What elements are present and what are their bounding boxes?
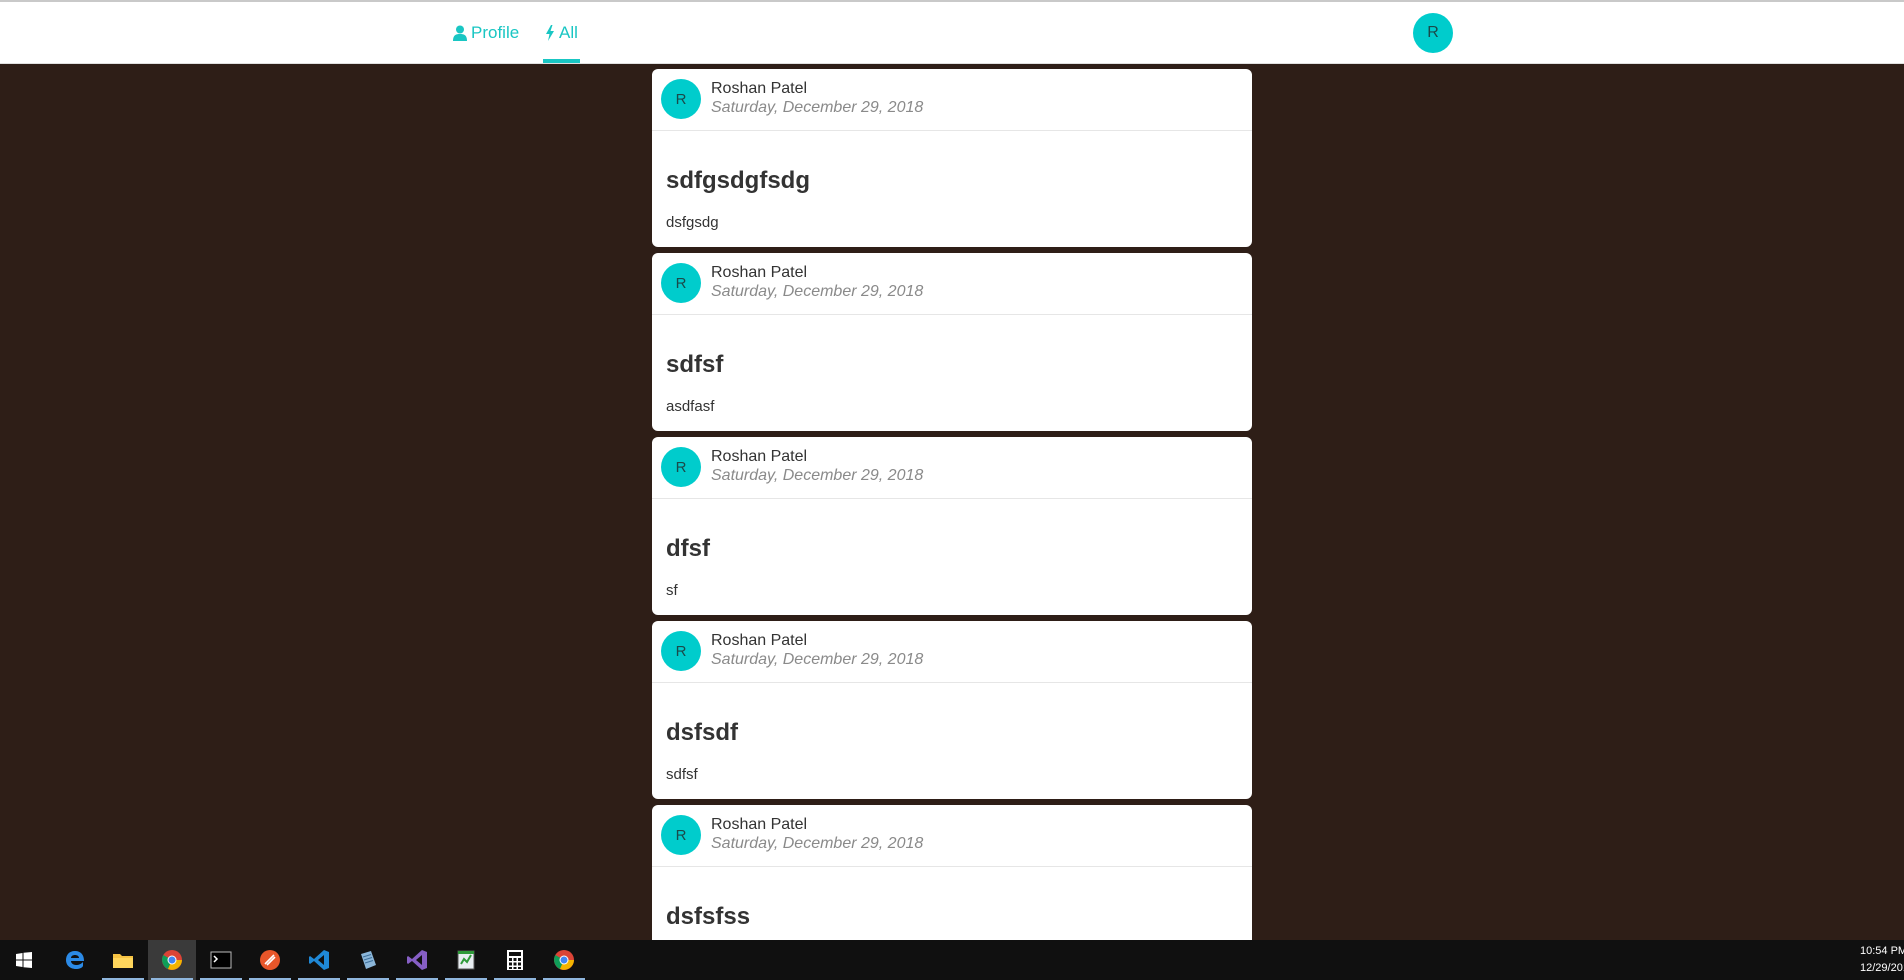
- author-name[interactable]: Roshan Patel: [711, 816, 807, 834]
- start-icon[interactable]: [0, 940, 48, 980]
- top-navbar: Profile All R: [0, 2, 1904, 64]
- post-header: R Roshan Patel Saturday, December 29, 20…: [652, 621, 1252, 683]
- post-title: sdfsf: [666, 351, 724, 378]
- post-card: R Roshan Patel Saturday, December 29, 20…: [652, 253, 1252, 431]
- author-name[interactable]: Roshan Patel: [711, 632, 807, 650]
- post-feed: R Roshan Patel Saturday, December 29, 20…: [652, 69, 1252, 940]
- post-body: sdfsf: [666, 766, 698, 783]
- chrome-icon[interactable]: [540, 940, 588, 980]
- system-clock[interactable]: 10:54 PM 12/29/2018: [1860, 943, 1904, 977]
- post-header: R Roshan Patel Saturday, December 29, 20…: [652, 253, 1252, 315]
- post-body: asdfasf: [666, 398, 715, 415]
- post-title: dsfsdf: [666, 719, 738, 746]
- notepad-icon[interactable]: [344, 940, 392, 980]
- post-body: sf: [666, 582, 678, 599]
- post-date: Saturday, December 29, 2018: [711, 99, 924, 116]
- author-avatar[interactable]: R: [661, 263, 701, 303]
- post-title: sdfgsdgfsdg: [666, 167, 810, 194]
- post-header: R Roshan Patel Saturday, December 29, 20…: [652, 69, 1252, 131]
- post-header: R Roshan Patel Saturday, December 29, 20…: [652, 437, 1252, 499]
- author-name[interactable]: Roshan Patel: [711, 448, 807, 466]
- author-avatar[interactable]: R: [661, 631, 701, 671]
- windows-taskbar: 10:54 PM 12/29/2018: [0, 940, 1904, 980]
- post-body: dsfgsdg: [666, 214, 719, 231]
- tab-profile[interactable]: Profile: [453, 2, 519, 63]
- post-card: R Roshan Patel Saturday, December 29, 20…: [652, 621, 1252, 799]
- post-date: Saturday, December 29, 2018: [711, 835, 924, 852]
- post-title: dfsf: [666, 535, 710, 562]
- author-name[interactable]: Roshan Patel: [711, 264, 807, 282]
- chrome-icon[interactable]: [148, 940, 196, 980]
- post-card: R Roshan Patel Saturday, December 29, 20…: [652, 805, 1252, 940]
- calculator-icon[interactable]: [491, 940, 539, 980]
- visual-studio-icon[interactable]: [393, 940, 441, 980]
- clock-date: 12/29/2018: [1860, 962, 1904, 974]
- user-avatar[interactable]: R: [1413, 13, 1453, 53]
- tab-all[interactable]: All: [543, 2, 580, 63]
- post-card: R Roshan Patel Saturday, December 29, 20…: [652, 69, 1252, 247]
- author-avatar[interactable]: R: [661, 79, 701, 119]
- post-date: Saturday, December 29, 2018: [711, 283, 924, 300]
- tab-all-label: All: [559, 22, 578, 42]
- bolt-icon: [546, 24, 554, 41]
- post-header: R Roshan Patel Saturday, December 29, 20…: [652, 805, 1252, 867]
- file-explorer-icon[interactable]: [99, 940, 147, 980]
- author-name[interactable]: Roshan Patel: [711, 80, 807, 98]
- post-card: R Roshan Patel Saturday, December 29, 20…: [652, 437, 1252, 615]
- clock-time: 10:54 PM: [1860, 945, 1904, 957]
- terminal-icon[interactable]: [197, 940, 245, 980]
- post-date: Saturday, December 29, 2018: [711, 651, 924, 668]
- user-icon: [453, 25, 467, 41]
- post-title: dsfsfss: [666, 903, 751, 930]
- edge-icon[interactable]: [51, 940, 99, 980]
- tab-profile-label: Profile: [471, 22, 520, 42]
- vscode-icon[interactable]: [295, 940, 343, 980]
- post-date: Saturday, December 29, 2018: [711, 467, 924, 484]
- author-avatar[interactable]: R: [661, 815, 701, 855]
- spreadsheet-icon[interactable]: [442, 940, 490, 980]
- app-icon[interactable]: [246, 940, 294, 980]
- author-avatar[interactable]: R: [661, 447, 701, 487]
